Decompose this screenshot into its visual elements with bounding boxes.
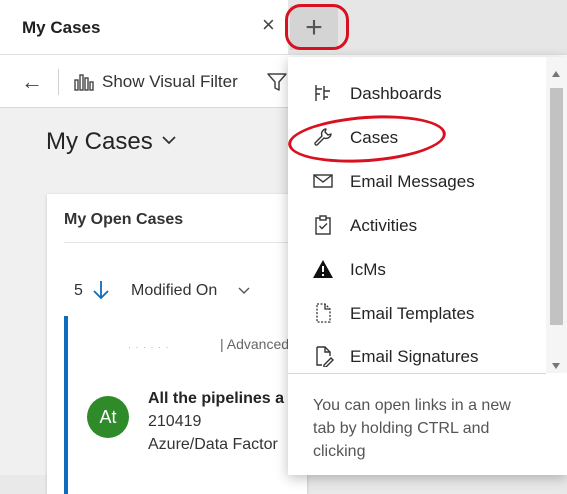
warning-triangle-icon — [313, 260, 333, 278]
sort-down-arrow-icon[interactable] — [91, 278, 111, 302]
case-subtitle: Azure/Data Factor — [148, 436, 278, 453]
dashboards-icon — [315, 85, 330, 101]
menu-item-icms[interactable]: IcMs — [288, 248, 546, 292]
menu-item-label: Dashboards — [350, 84, 442, 103]
view-title[interactable]: My Cases — [46, 128, 153, 156]
case-list: · · · · · · | Advanced At All the pipeli… — [64, 316, 307, 494]
menu-hint-text: You can open links in a new tab by holdi… — [313, 397, 511, 460]
bar-chart-icon[interactable] — [74, 73, 94, 91]
tab-close-icon[interactable]: × — [262, 14, 275, 36]
command-divider — [58, 69, 59, 95]
chevron-down-icon[interactable] — [237, 284, 251, 298]
signature-document-icon — [316, 346, 334, 367]
tab-my-cases[interactable]: My Cases × — [0, 0, 288, 54]
tab-strip: My Cases × + — [0, 0, 567, 54]
avatar: At — [87, 396, 129, 438]
menu-scrollbar[interactable] — [546, 57, 567, 373]
scroll-down-arrow-icon[interactable] — [552, 363, 560, 369]
menu-item-activities[interactable]: Activities — [288, 204, 546, 248]
row-fragment-dots: · · · · · · — [128, 342, 170, 352]
menu-item-label: Activities — [350, 216, 418, 235]
clipboard-icon — [315, 215, 331, 235]
selected-row-indicator — [64, 316, 68, 494]
menu-divider — [288, 373, 546, 374]
card-title: My Open Cases — [64, 211, 184, 228]
open-cases-card: My Open Cases 5 Modified On · · · · · · … — [47, 194, 307, 494]
sort-field-selector[interactable]: Modified On — [131, 282, 217, 300]
menu-item-label: Email Templates — [350, 304, 475, 323]
filter-icon[interactable] — [266, 71, 288, 93]
menu-item-email-templates[interactable]: Email Templates — [288, 292, 546, 336]
menu-item-dashboards[interactable]: Dashboards — [288, 72, 546, 116]
back-arrow-icon[interactable]: ← — [21, 69, 43, 95]
card-divider — [64, 242, 307, 243]
scroll-up-arrow-icon[interactable] — [552, 71, 560, 77]
case-title[interactable]: All the pipelines a — [148, 390, 284, 408]
scrollbar-thumb[interactable] — [550, 88, 563, 325]
row-fragment-text: | Advanced — [220, 336, 290, 352]
document-icon — [316, 303, 331, 323]
record-count: 5 — [74, 282, 83, 299]
show-visual-filter-button[interactable]: Show Visual Filter — [102, 72, 238, 92]
menu-item-label: Email Messages — [350, 172, 475, 191]
menu-item-label: IcMs — [350, 260, 386, 279]
chevron-down-icon[interactable] — [160, 131, 178, 149]
case-number: 210419 — [148, 413, 202, 430]
menu-item-label: Email Signatures — [350, 347, 479, 366]
envelope-icon — [313, 174, 333, 188]
annotation-circle-new-tab — [285, 4, 349, 50]
menu-item-email-messages[interactable]: Email Messages — [288, 160, 546, 204]
tab-title: My Cases — [22, 18, 101, 37]
